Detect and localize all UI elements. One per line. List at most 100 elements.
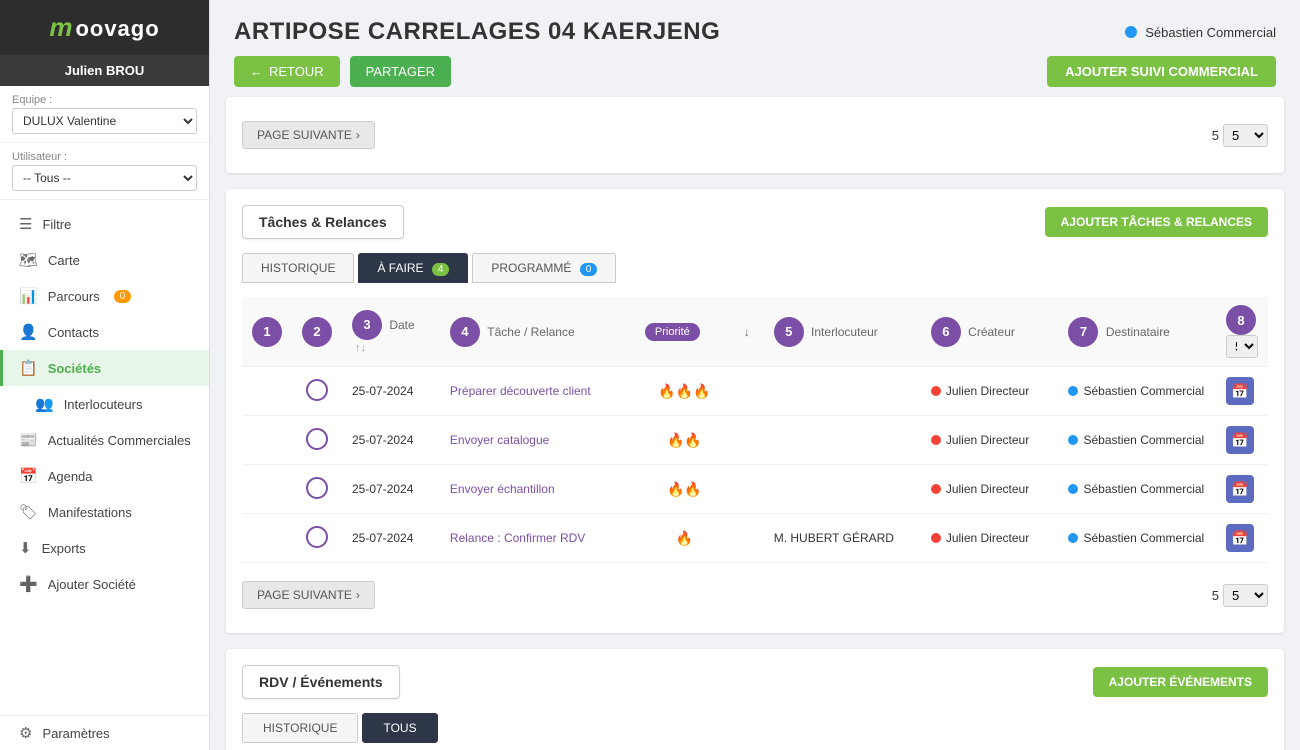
col-header-1: 1 — [242, 297, 292, 367]
bottom-per-page-select[interactable]: 510 — [1223, 584, 1268, 607]
table-row: 25-07-2024 Envoyer catalogue 🔥🔥 Julien D… — [242, 416, 1268, 465]
equipe-section: Equipe : DULUX Valentine — [0, 86, 209, 143]
ajouter-suivi-button[interactable]: AJOUTER SUIVI COMMERCIAL — [1047, 56, 1276, 87]
sidebar-item-societes[interactable]: 📋 Sociétés — [0, 350, 209, 386]
sidebar-item-parcours[interactable]: 📊 Parcours 0 — [0, 278, 209, 314]
destinataire-name: Sébastien Commercial — [1083, 433, 1204, 447]
col-8-select[interactable]: 5 — [1226, 335, 1258, 358]
user-status-dot — [1125, 26, 1137, 38]
destinataire-name: Sébastien Commercial — [1083, 482, 1204, 496]
row-check — [292, 465, 342, 514]
top-page-suivante-button[interactable]: PAGE SUIVANTE › — [242, 121, 375, 149]
createur-dot — [931, 484, 941, 494]
col-header-2: 2 — [292, 297, 342, 367]
sidebar-item-label: Paramètres — [42, 726, 109, 741]
row-createur: Julien Directeur — [921, 416, 1059, 465]
sidebar-item-carte[interactable]: 🗺 Carte — [0, 242, 209, 278]
calendar-icon: 📅 — [19, 467, 38, 485]
gear-icon: ⚙ — [19, 724, 32, 742]
retour-button[interactable]: ← RETOUR — [234, 56, 340, 87]
task-link[interactable]: Relance : Confirmer RDV — [450, 531, 585, 545]
row-date: 25-07-2024 — [342, 416, 440, 465]
rdv-section-header: RDV / Événements AJOUTER ÉVÉNEMENTS — [242, 665, 1268, 699]
equipe-select[interactable]: DULUX Valentine — [12, 108, 197, 134]
row-valider — [242, 514, 292, 563]
row-check — [292, 514, 342, 563]
row-priorite: 🔥 — [635, 514, 734, 563]
col-header-4: 4 Tâche / Relance — [440, 297, 635, 367]
row-tache: Envoyer échantillon — [440, 465, 635, 514]
row-destinataire: Sébastien Commercial — [1058, 465, 1215, 514]
a-faire-badge: 4 — [432, 263, 450, 276]
calendar-button[interactable]: 📅 — [1226, 377, 1254, 405]
task-link[interactable]: Préparer découverte client — [450, 384, 591, 398]
person-icon: 👤 — [19, 323, 38, 341]
createur-dot — [931, 435, 941, 445]
createur-name: Julien Directeur — [946, 384, 1029, 398]
sidebar: moovago Julien BROU Equipe : DULUX Valen… — [0, 0, 210, 750]
top-per-page-select[interactable]: 51025 — [1223, 124, 1268, 147]
utilisateur-label: Utilisateur : — [12, 151, 197, 163]
sidebar-item-actualites[interactable]: 📰 Actualités Commerciales — [0, 422, 209, 458]
logo: moovago — [49, 12, 159, 43]
createur-name: Julien Directeur — [946, 482, 1029, 496]
sidebar-item-label: Sociétés — [48, 361, 101, 376]
sidebar-item-label: Parcours — [48, 289, 100, 304]
row-valider — [242, 367, 292, 416]
ajouter-taches-button[interactable]: AJOUTER TÂCHES & RELANCES — [1045, 207, 1268, 237]
sidebar-item-parametres[interactable]: ⚙ Paramètres — [16, 724, 193, 742]
sidebar-item-label: Manifestations — [48, 505, 132, 520]
partager-button[interactable]: PARTAGER — [350, 56, 451, 87]
task-link[interactable]: Envoyer catalogue — [450, 433, 549, 447]
row-tache: Envoyer catalogue — [440, 416, 635, 465]
logo-area: moovago — [0, 0, 209, 55]
row-action: 📅 — [1216, 367, 1268, 416]
row-action: 📅 — [1216, 514, 1268, 563]
download-icon: ⬇ — [19, 539, 32, 557]
sort-date-icon: ↑↓ — [355, 342, 366, 354]
row-date: 25-07-2024 — [342, 367, 440, 416]
calendar-button[interactable]: 📅 — [1226, 475, 1254, 503]
check-circle[interactable] — [306, 379, 328, 401]
calendar-button[interactable]: 📅 — [1226, 524, 1254, 552]
group-icon: 👥 — [35, 395, 54, 413]
sidebar-item-manifestations[interactable]: 🏷 Manifestations — [0, 494, 209, 530]
check-circle[interactable] — [306, 428, 328, 450]
createur-dot — [931, 533, 941, 543]
taches-tabs: HISTORIQUE À FAIRE 4 PROGRAMMÉ 0 — [242, 253, 1268, 283]
sidebar-item-label: Interlocuteurs — [64, 397, 143, 412]
calendar-button[interactable]: 📅 — [1226, 426, 1254, 454]
priorite-filter-button[interactable]: Priorité — [645, 323, 700, 341]
sidebar-item-ajouter-societe[interactable]: ➕ Ajouter Société — [0, 566, 209, 602]
taches-table: 1 2 3 Date ↑↓ 4 Tâche / Relance — [242, 297, 1268, 563]
rdv-title: RDV / Événements — [242, 665, 400, 699]
top-per-page: 5 51025 — [1212, 124, 1268, 147]
sidebar-item-agenda[interactable]: 📅 Agenda — [0, 458, 209, 494]
sidebar-item-exports[interactable]: ⬇ Exports — [0, 530, 209, 566]
sidebar-item-interlocuteurs[interactable]: 👥 Interlocuteurs — [0, 386, 209, 422]
priority-fires: 🔥🔥🔥 — [658, 383, 710, 399]
col-header-7: 7 Destinataire — [1058, 297, 1215, 367]
row-priorite: 🔥🔥 — [635, 465, 734, 514]
task-link[interactable]: Envoyer échantillon — [450, 482, 555, 496]
top-pagination-bar: PAGE SUIVANTE › 5 51025 — [242, 113, 1268, 157]
rdv-tab-tous[interactable]: TOUS — [362, 713, 437, 743]
sidebar-item-label: Exports — [42, 541, 86, 556]
col-header-arrow: ↓ — [734, 297, 764, 367]
createur-dot — [931, 386, 941, 396]
bottom-page-suivante-button[interactable]: PAGE SUIVANTE › — [242, 581, 375, 609]
row-arrow — [734, 416, 764, 465]
tab-programme[interactable]: PROGRAMMÉ 0 — [472, 253, 616, 283]
rdv-tab-historique[interactable]: HISTORIQUE — [242, 713, 358, 743]
utilisateur-select[interactable]: -- Tous -- — [12, 165, 197, 191]
tab-a-faire[interactable]: À FAIRE 4 — [358, 253, 468, 283]
check-circle[interactable] — [306, 526, 328, 548]
sidebar-item-filtre[interactable]: ☰ Filtre — [0, 206, 209, 242]
tab-historique[interactable]: HISTORIQUE — [242, 253, 354, 283]
sidebar-item-label: Agenda — [48, 469, 93, 484]
check-circle[interactable] — [306, 477, 328, 499]
row-arrow — [734, 465, 764, 514]
sidebar-item-contacts[interactable]: 👤 Contacts — [0, 314, 209, 350]
taches-card: Tâches & Relances AJOUTER TÂCHES & RELAN… — [226, 189, 1284, 633]
ajouter-events-button[interactable]: AJOUTER ÉVÉNEMENTS — [1093, 667, 1268, 697]
